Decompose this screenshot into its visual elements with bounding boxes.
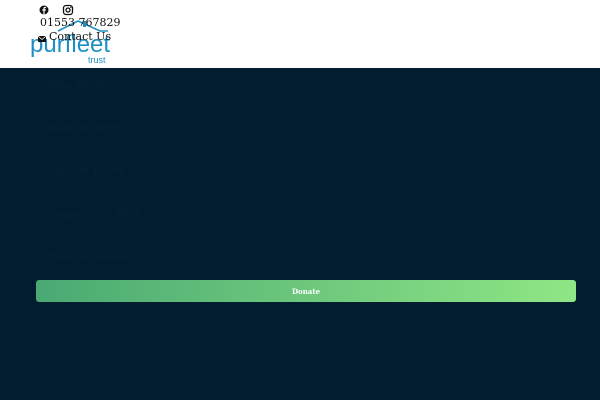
social-links [37,2,75,16]
facebook-icon[interactable] [37,2,51,16]
envelope-icon [37,33,47,42]
contact-us-link[interactable]: Contact Us [37,30,112,44]
logo-sub: trust [88,55,106,65]
nav-item-how-we-help[interactable]: How We Help [49,123,118,135]
donate-button[interactable]: Donate [36,280,576,302]
contact-us-label: Contact Us [49,30,112,43]
nav-item-purfleet-pantry[interactable]: Purfleet Pantry [49,166,126,178]
nav-item-news-stories[interactable]: News & Stories [49,252,129,264]
site-header: purfleet trust 01553 767829 Contact Us [0,0,600,68]
page: purfleet trust 01553 767829 Contact Us W… [0,0,600,400]
phone-number[interactable]: 01553 767829 [40,16,120,30]
instagram-icon[interactable] [61,2,75,16]
nav-item-who-we-are[interactable]: Who We Are [49,80,111,92]
nav-item-support-our-work[interactable]: Support Our Work [49,209,142,221]
